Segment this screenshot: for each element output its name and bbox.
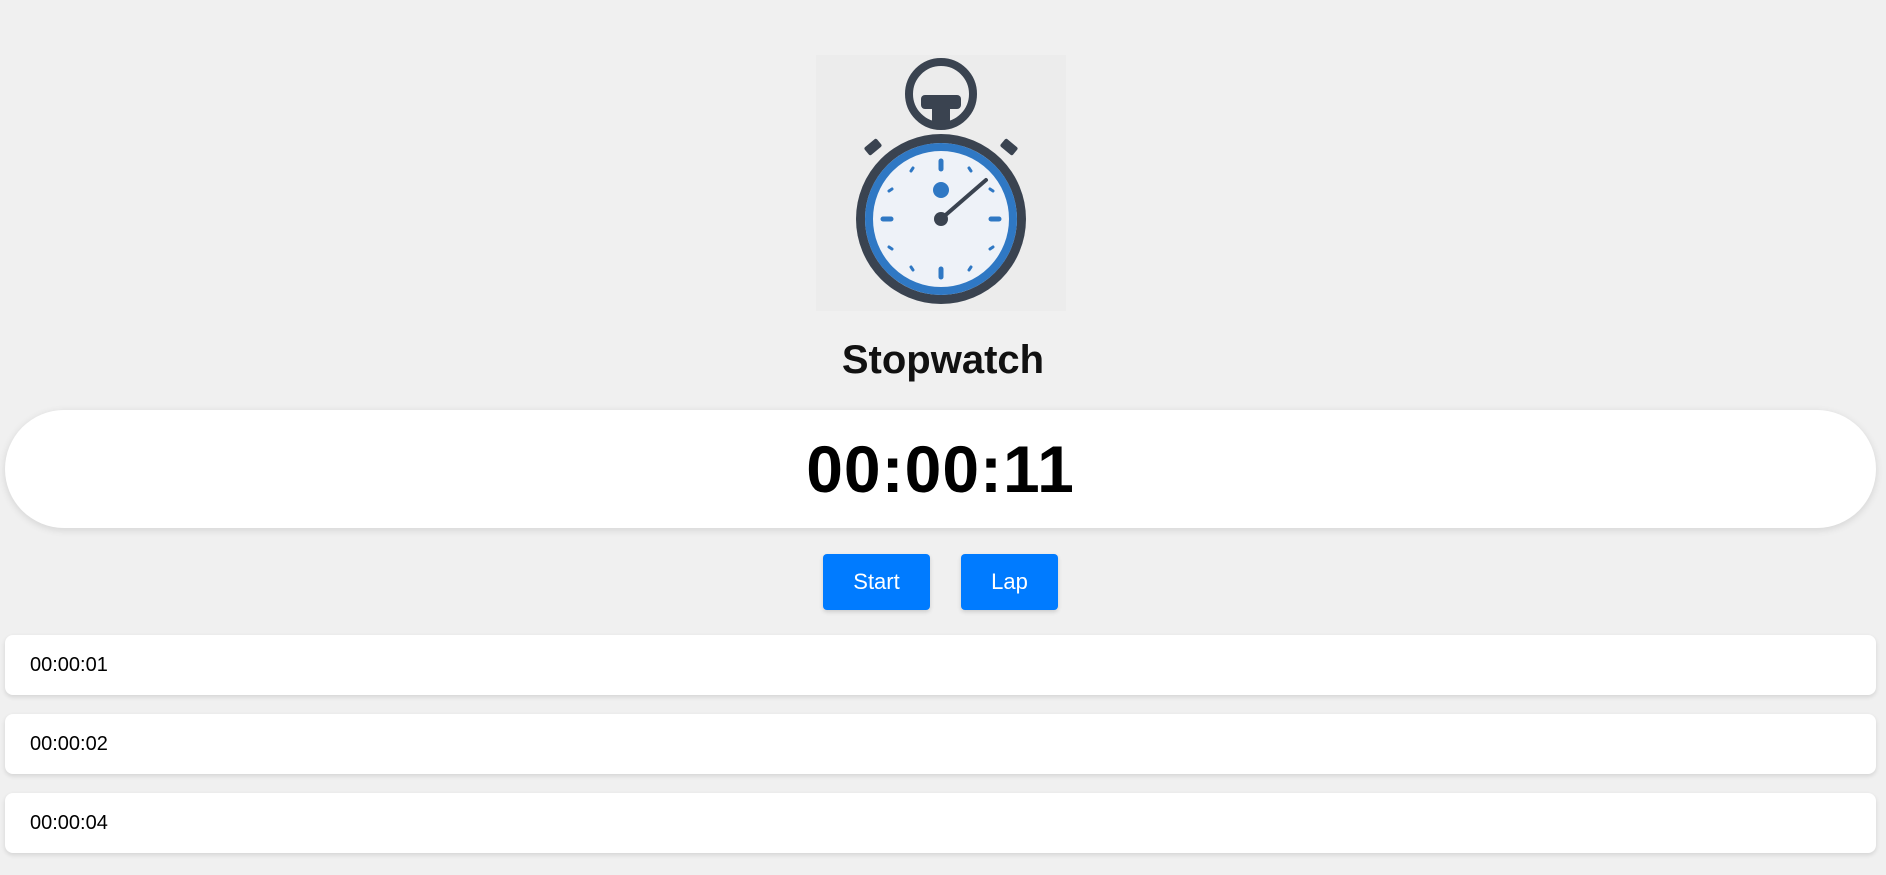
lap-button[interactable]: Lap xyxy=(961,554,1058,610)
time-display: 00:00:11 xyxy=(5,410,1876,528)
page-title: Stopwatch xyxy=(841,338,1045,382)
lap-item: 00:00:04 xyxy=(5,793,1876,853)
lap-item: 00:00:02 xyxy=(5,714,1876,774)
lap-time: 00:00:04 xyxy=(30,811,108,834)
lap-list: 00:00:01 00:00:02 00:00:04 xyxy=(5,635,1876,872)
start-button[interactable]: Start xyxy=(823,554,930,610)
stopwatch-logo xyxy=(816,55,1066,311)
lap-time: 00:00:01 xyxy=(30,653,108,676)
lap-item: 00:00:01 xyxy=(5,635,1876,695)
elapsed-time: 00:00:11 xyxy=(806,432,1075,506)
lap-time: 00:00:02 xyxy=(30,732,108,755)
stopwatch-icon xyxy=(856,58,1026,304)
